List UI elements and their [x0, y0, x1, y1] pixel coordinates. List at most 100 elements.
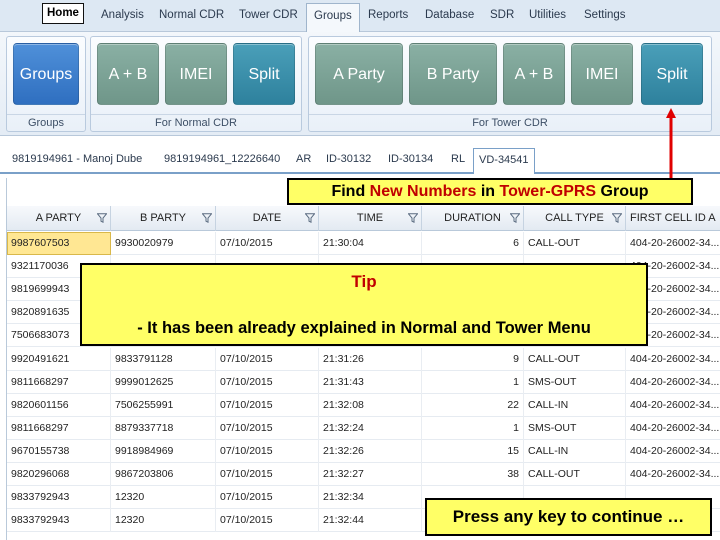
menu-sdr[interactable]: SDR: [490, 9, 514, 21]
cell-b-party[interactable]: 9833791128: [111, 347, 216, 371]
filter-icon[interactable]: [408, 213, 418, 223]
cell-a-party[interactable]: 9833792943: [7, 509, 111, 533]
cell-time[interactable]: 21:32:27: [319, 463, 422, 486]
normal-imei-button[interactable]: IMEI: [165, 43, 227, 105]
tower-a-party-button[interactable]: A Party: [315, 43, 403, 105]
cell-b-party[interactable]: 12320: [111, 486, 216, 510]
cell-call-type[interactable]: SMS-OUT: [524, 370, 626, 394]
cell-a-party[interactable]: 9920491621: [7, 347, 111, 371]
menu-groups[interactable]: Groups: [306, 3, 360, 33]
cell-call-type[interactable]: CALL-OUT: [524, 463, 626, 486]
doc-tab[interactable]: 9819194961_12226640: [164, 153, 280, 165]
cell-first-cell-id[interactable]: 404-20-26002-34...: [626, 463, 720, 486]
cell-duration[interactable]: 1: [422, 416, 524, 440]
column-header-b-party[interactable]: B PARTY: [111, 206, 216, 231]
tower-split-button[interactable]: Split: [641, 43, 703, 105]
cell-first-cell-id[interactable]: 404-20-26002-34...: [626, 440, 720, 463]
cell-date[interactable]: 07/10/2015: [216, 370, 319, 394]
cell-b-party[interactable]: 9999012625: [111, 370, 216, 394]
cell-first-cell-id[interactable]: 404-20-26002-34...: [626, 232, 720, 255]
menu-utilities[interactable]: Utilities: [529, 9, 566, 21]
cell-date[interactable]: 07/10/2015: [216, 509, 319, 533]
cell-time[interactable]: 21:32:26: [319, 439, 422, 463]
cell-first-cell-id[interactable]: 404-20-26002-34...: [626, 371, 720, 394]
cell-time[interactable]: 21:32:34: [319, 486, 422, 510]
cell-duration[interactable]: 9: [422, 347, 524, 371]
cell-a-party[interactable]: 9811668297: [7, 370, 111, 394]
menu-tower-cdr[interactable]: Tower CDR: [239, 9, 298, 21]
cell-first-cell-id[interactable]: 404-20-26002-34...: [626, 394, 720, 417]
cell-time[interactable]: 21:31:43: [319, 370, 422, 394]
cell-date[interactable]: 07/10/2015: [216, 393, 319, 417]
cell-a-party[interactable]: 9820296068: [7, 463, 111, 486]
cell-b-party[interactable]: 8879337718: [111, 416, 216, 440]
filter-icon[interactable]: [97, 213, 107, 223]
cell-duration[interactable]: 6: [422, 232, 524, 255]
cell-a-party[interactable]: 9670155738: [7, 439, 111, 463]
cell-b-party[interactable]: 9867203806: [111, 463, 216, 486]
cell-a-party[interactable]: 9833792943: [7, 486, 111, 510]
table-row[interactable]: 9920491621 9833791128 07/10/2015 21:31:26 9 C…: [7, 347, 720, 371]
cell-b-party[interactable]: 7506255991: [111, 393, 216, 417]
column-header-date[interactable]: DATE: [216, 206, 319, 231]
menu-home[interactable]: Home: [42, 3, 84, 24]
filter-icon[interactable]: [612, 213, 622, 223]
tower-imei-button[interactable]: IMEI: [571, 43, 633, 105]
cell-call-type[interactable]: CALL-IN: [524, 393, 626, 417]
table-row[interactable]: 9820601156 7506255991 07/10/2015 21:32:08 22…: [7, 393, 720, 417]
table-row[interactable]: 9811668297 9999012625 07/10/2015 21:31:43 1 S…: [7, 370, 720, 394]
doc-tab[interactable]: RL: [451, 153, 465, 165]
cell-date[interactable]: 07/10/2015: [216, 439, 319, 463]
cell-date[interactable]: 07/10/2015: [216, 486, 319, 510]
column-header-duration[interactable]: DURATION: [422, 206, 524, 231]
cell-a-party[interactable]: 9811668297: [7, 416, 111, 440]
table-row[interactable]: 9811668297 8879337718 07/10/2015 21:32:24 1 S…: [7, 416, 720, 440]
cell-date[interactable]: 07/10/2015: [216, 463, 319, 486]
cell-time[interactable]: 21:30:04: [319, 232, 422, 255]
tower-b-party-button[interactable]: B Party: [409, 43, 497, 105]
menu-analysis[interactable]: Analysis: [101, 9, 144, 21]
cell-date[interactable]: 07/10/2015: [216, 347, 319, 371]
table-row[interactable]: 9987607503 9930020979 07/10/2015 21:30:04 6 C…: [7, 232, 720, 255]
table-row[interactable]: 9670155738 9918984969 07/10/2015 21:32:26 15…: [7, 439, 720, 463]
menu-normal-cdr[interactable]: Normal CDR: [159, 9, 224, 21]
cell-b-party[interactable]: 12320: [111, 509, 216, 533]
groups-button[interactable]: Groups: [13, 43, 79, 105]
doc-tab[interactable]: ID-30132: [326, 153, 371, 165]
filter-icon[interactable]: [202, 213, 212, 223]
column-header-call-type[interactable]: CALL TYPE: [524, 206, 626, 231]
cell-call-type[interactable]: CALL-OUT: [524, 232, 626, 255]
cell-first-cell-id[interactable]: 404-20-26002-34...: [626, 348, 720, 371]
cell-date[interactable]: 07/10/2015: [216, 232, 319, 255]
menu-database[interactable]: Database: [425, 9, 474, 21]
cell-duration[interactable]: 1: [422, 370, 524, 394]
doc-tab[interactable]: 9819194961 - Manoj Dube: [12, 153, 142, 165]
cell-time[interactable]: 21:32:08: [319, 393, 422, 417]
cell-time[interactable]: 21:31:26: [319, 347, 422, 371]
filter-icon[interactable]: [510, 213, 520, 223]
cell-time[interactable]: 21:32:44: [319, 509, 422, 533]
cell-call-type[interactable]: SMS-OUT: [524, 416, 626, 440]
filter-icon[interactable]: [305, 213, 315, 223]
column-header-a-party[interactable]: A PARTY: [7, 206, 111, 231]
table-row[interactable]: 9820296068 9867203806 07/10/2015 21:32:27 38…: [7, 463, 720, 486]
cell-a-party[interactable]: 9820601156: [7, 393, 111, 417]
normal-split-button[interactable]: Split: [233, 43, 295, 105]
cell-duration[interactable]: 15: [422, 439, 524, 463]
normal-a-plus-b-button[interactable]: A + B: [97, 43, 159, 105]
column-header-first-cell-id[interactable]: FIRST CELL ID A: [626, 206, 720, 231]
continue-prompt[interactable]: Press any key to continue …: [425, 498, 712, 536]
menu-reports[interactable]: Reports: [368, 9, 408, 21]
doc-tab[interactable]: AR: [296, 153, 311, 165]
cell-time[interactable]: 21:32:24: [319, 416, 422, 440]
doc-tab-active[interactable]: VD-34541: [473, 148, 535, 174]
cell-b-party[interactable]: 9930020979: [111, 232, 216, 255]
cell-b-party[interactable]: 9918984969: [111, 439, 216, 463]
cell-first-cell-id[interactable]: 404-20-26002-34...: [626, 417, 720, 440]
cell-a-party[interactable]: 9987607503: [7, 232, 111, 255]
cell-call-type[interactable]: CALL-OUT: [524, 347, 626, 371]
cell-call-type[interactable]: CALL-IN: [524, 439, 626, 463]
doc-tab[interactable]: ID-30134: [388, 153, 433, 165]
cell-date[interactable]: 07/10/2015: [216, 416, 319, 440]
tower-a-plus-b-button[interactable]: A + B: [503, 43, 565, 105]
